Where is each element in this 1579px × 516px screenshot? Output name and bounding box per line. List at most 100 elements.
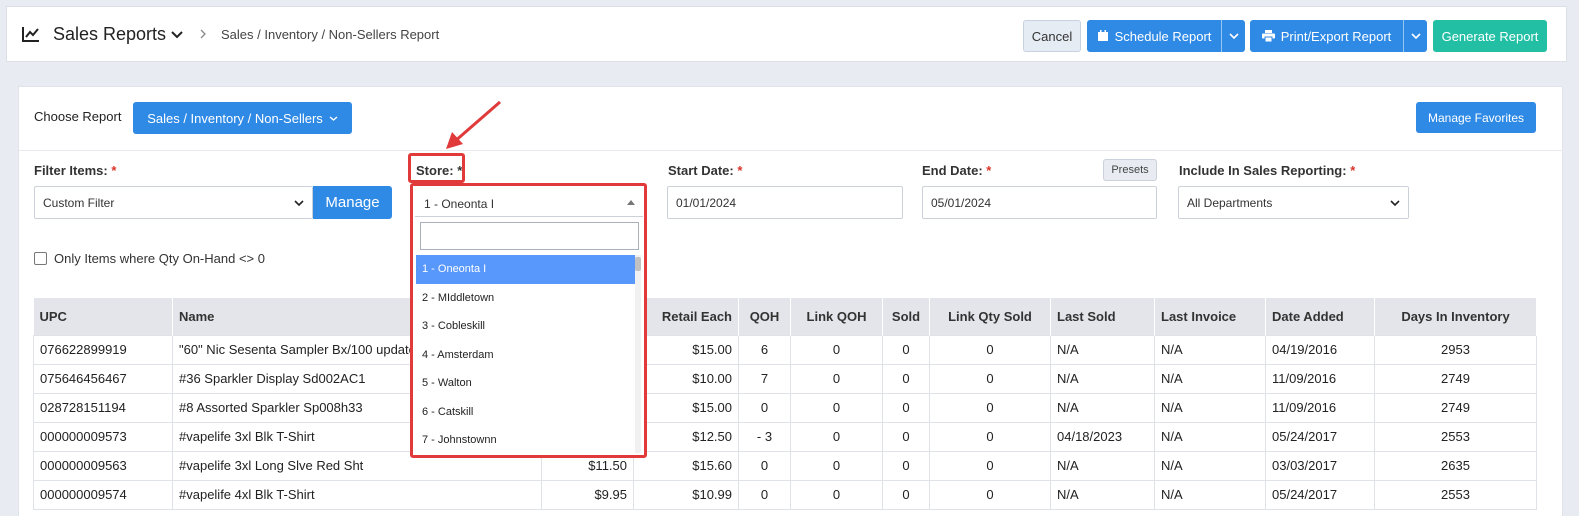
- chevron-down-icon: [294, 200, 304, 207]
- generate-report-button[interactable]: Generate Report: [1433, 20, 1547, 52]
- chevron-down-icon[interactable]: [170, 29, 184, 41]
- table-row[interactable]: 075646456467 #36 Sparkler Display Sd002AC…: [33, 363, 1537, 394]
- column-header[interactable]: UPC: [33, 298, 173, 335]
- column-header[interactable]: Days In Inventory: [1374, 298, 1537, 335]
- table-cell: 0: [929, 363, 1051, 394]
- table-cell: $15.60: [633, 450, 739, 481]
- column-header[interactable]: QOH: [738, 298, 791, 335]
- store-option[interactable]: 6 - Catskill: [416, 398, 635, 427]
- store-search-input[interactable]: [420, 222, 639, 250]
- table-cell: 2553: [1374, 421, 1537, 452]
- table-row[interactable]: 076622899919 "60" Nic Sesenta Sampler Bx/…: [33, 334, 1537, 365]
- table-cell: 0: [929, 392, 1051, 423]
- choose-report-button[interactable]: Sales / Inventory / Non-Sellers: [133, 102, 352, 134]
- table-cell: 0: [738, 450, 791, 481]
- filter-items-select[interactable]: Custom Filter: [34, 186, 313, 219]
- line-chart-icon: [22, 27, 39, 42]
- presets-button[interactable]: Presets: [1103, 159, 1157, 181]
- table-cell: N/A: [1050, 479, 1155, 510]
- table-cell: $15.00: [633, 334, 739, 365]
- chevron-down-icon: [1410, 33, 1421, 40]
- table-cell: 0: [929, 421, 1051, 452]
- qty-on-hand-checkbox[interactable]: [34, 252, 47, 265]
- end-date-input[interactable]: 05/01/2024: [922, 186, 1157, 219]
- table-header-row: UPC Name Retail Each QOH Link QOH Sold L…: [33, 298, 1537, 335]
- required-marker: *: [111, 163, 117, 178]
- table-cell: 04/18/2023: [1050, 421, 1155, 452]
- table-cell: N/A: [1050, 450, 1155, 481]
- required-marker: *: [457, 163, 463, 178]
- table-row[interactable]: 000000009573 #vapelife 3xl Blk T-Shirt $12…: [33, 421, 1537, 452]
- report-panel: Choose Report Sales / Inventory / Non-Se…: [18, 86, 1564, 516]
- store-option[interactable]: 4 - Amsterdam: [416, 341, 635, 370]
- store-dropdown[interactable]: 1 - Oneonta I 1 - Oneonta I2 - MIddletow…: [413, 184, 646, 458]
- page-title: Sales Reports: [53, 24, 167, 44]
- store-label-text: Store:: [416, 163, 454, 178]
- store-option[interactable]: 5 - Walton: [416, 369, 635, 398]
- print-export-button[interactable]: Print/Export Report: [1250, 20, 1427, 52]
- required-marker: *: [1350, 163, 1356, 178]
- manage-favorites-button[interactable]: Manage Favorites: [1416, 102, 1536, 133]
- table-cell: N/A: [1154, 450, 1266, 481]
- caret-up-icon: [627, 200, 635, 205]
- column-header[interactable]: Last Invoice: [1154, 298, 1266, 335]
- column-header[interactable]: Retail Each: [633, 298, 739, 335]
- table-row[interactable]: 000000009563 #vapelife 3xl Long Slve Red …: [33, 450, 1537, 481]
- schedule-report-button[interactable]: Schedule Report: [1087, 20, 1245, 52]
- table-cell: 0: [929, 334, 1051, 365]
- scrollbar-thumb[interactable]: [635, 257, 641, 271]
- store-option[interactable]: 2 - MIddletown: [416, 284, 635, 313]
- column-header[interactable]: Last Sold: [1050, 298, 1155, 335]
- schedule-report-label: Schedule Report: [1114, 28, 1212, 44]
- cancel-button[interactable]: Cancel: [1023, 20, 1081, 52]
- table-cell: $15.00: [633, 392, 739, 423]
- table-cell: $9.95: [541, 479, 634, 510]
- printer-icon: [1261, 30, 1275, 42]
- top-bar: Sales Reports Sales / Inventory / Non-Se…: [6, 6, 1567, 62]
- table-cell: 0: [882, 363, 930, 394]
- column-header[interactable]: Link QOH: [790, 298, 883, 335]
- store-option[interactable]: 7 - Johnstownn: [416, 426, 635, 455]
- table-cell: 0: [929, 479, 1051, 510]
- table-cell: 7: [738, 363, 791, 394]
- end-date-label-text: End Date:: [922, 163, 983, 178]
- store-option[interactable]: 3 - Cobleskill: [416, 312, 635, 341]
- table-cell: 2553: [1374, 479, 1537, 510]
- column-header[interactable]: Sold: [882, 298, 930, 335]
- table-cell: 000000009573: [33, 421, 173, 452]
- table-cell: 075646456467: [33, 363, 173, 394]
- column-header[interactable]: Link Qty Sold: [929, 298, 1051, 335]
- table-cell: 11/09/2016: [1265, 392, 1375, 423]
- table-cell: $10.00: [633, 363, 739, 394]
- print-export-label: Print/Export Report: [1280, 28, 1392, 44]
- table-row[interactable]: 000000009574 #vapelife 4xl Blk T-Shirt $9.…: [33, 479, 1537, 510]
- qty-on-hand-label: Only Items where Qty On-Hand <> 0: [54, 251, 265, 266]
- table-cell: #vapelife 4xl Blk T-Shirt: [172, 479, 542, 510]
- table-cell: N/A: [1154, 334, 1266, 365]
- table-cell: N/A: [1154, 392, 1266, 423]
- start-date-input[interactable]: 01/01/2024: [667, 186, 903, 219]
- store-options-list: 1 - Oneonta I2 - MIddletown 3 - Cobleskil…: [416, 255, 635, 455]
- choose-report-label: Choose Report: [34, 109, 122, 124]
- filter-items-label-text: Filter Items:: [34, 163, 108, 178]
- filter-items-label: Filter Items: *: [34, 163, 116, 178]
- end-date-value: 05/01/2024: [931, 195, 992, 210]
- table-cell: N/A: [1154, 479, 1266, 510]
- table-cell: 03/03/2017: [1265, 450, 1375, 481]
- annotation-arrow-icon: [446, 100, 501, 149]
- print-dropdown-toggle[interactable]: [1403, 20, 1427, 52]
- store-label: Store: *: [416, 163, 462, 178]
- store-select[interactable]: 1 - Oneonta I: [415, 187, 643, 217]
- table-row[interactable]: 028728151194 #8 Assorted Sparkler Sp008h3…: [33, 392, 1537, 423]
- table-cell: 0: [882, 421, 930, 452]
- store-option[interactable]: 1 - Oneonta I: [416, 255, 635, 284]
- table-cell: 0: [790, 392, 883, 423]
- table-cell: 0: [790, 363, 883, 394]
- manage-filter-button[interactable]: Manage: [313, 186, 392, 219]
- column-header[interactable]: Date Added: [1265, 298, 1375, 335]
- table-cell: N/A: [1050, 363, 1155, 394]
- table-cell: N/A: [1050, 334, 1155, 365]
- scrollbar[interactable]: [635, 255, 641, 453]
- include-sales-select[interactable]: All Departments: [1178, 186, 1409, 219]
- schedule-dropdown-toggle[interactable]: [1221, 20, 1245, 52]
